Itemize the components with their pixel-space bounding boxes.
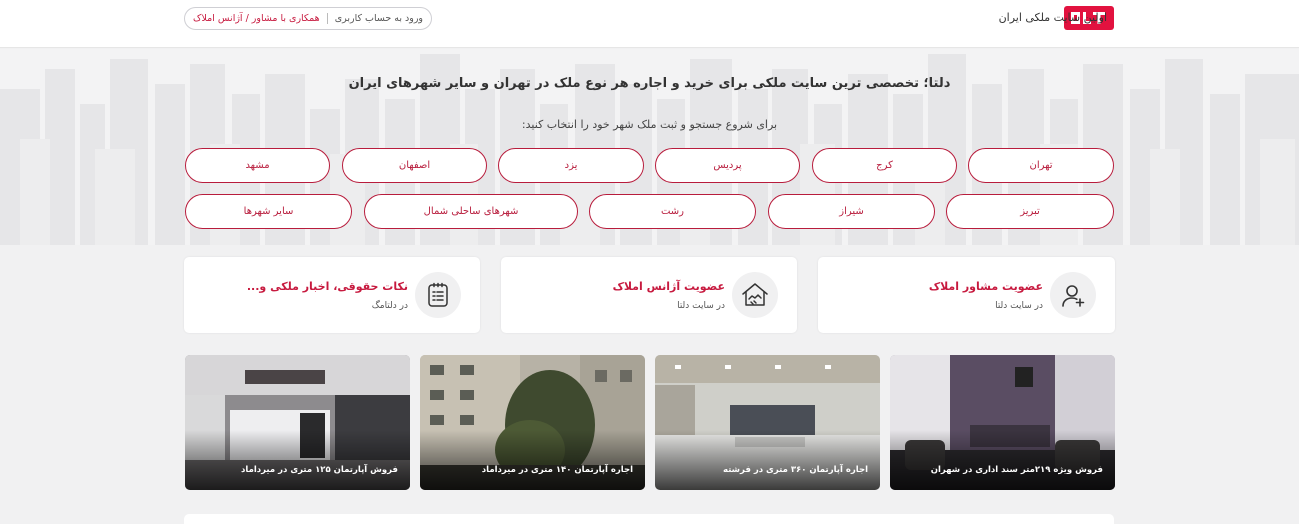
next-section-panel: [184, 514, 1114, 524]
city-other-button[interactable]: سایر شهرها: [185, 194, 352, 229]
city-north-coast-button[interactable]: شهرهای ساحلی شمال: [364, 194, 578, 229]
city-tabriz-button[interactable]: تبریز: [946, 194, 1114, 229]
hero-subtitle: برای شروع جستجو و ثبت ملک شهر خود را انت…: [521, 118, 778, 131]
caption-shade: [185, 430, 410, 490]
listing-card[interactable]: فروش ویژه ۲۱۹متر سند اداری در شهران: [890, 355, 1115, 490]
listing-caption: اجاره آپارتمان ۳۶۰ متری در فرشته: [723, 465, 868, 475]
hero-title: دلتا؛ تخصصی ترین سایت ملکی برای خرید و ا…: [348, 76, 951, 91]
site-header: اولین سایت ملکی ایران ورود به حساب کاربر…: [0, 0, 1299, 48]
partner-link[interactable]: همکاری با مشاور / آژانس املاک: [193, 13, 320, 24]
listing-card[interactable]: فروش آپارتمان ۱۲۵ متری در میرداماد: [185, 355, 410, 490]
feature-subtitle: در دلتامگ: [371, 301, 408, 311]
realtor-membership-card[interactable]: عضویت مشاور املاک در سایت دلتا: [818, 257, 1115, 333]
city-pardis-button[interactable]: پردیس: [655, 148, 800, 183]
document-list-icon: [415, 272, 461, 318]
feature-title: عضویت آژانس املاک: [612, 280, 725, 293]
caption-shade: [420, 430, 645, 490]
site-tagline: اولین سایت ملکی ایران: [998, 11, 1107, 24]
city-isfahan-button[interactable]: اصفهان: [342, 148, 487, 183]
feature-title: نکات حقوقی، اخبار ملکی و...: [246, 280, 408, 293]
caption-shade: [890, 430, 1115, 490]
listing-card[interactable]: اجاره آپارتمان ۱۴۰ متری در میرداماد: [420, 355, 645, 490]
hero-section: دلتا؛ تخصصی ترین سایت ملکی برای خرید و ا…: [0, 49, 1299, 245]
caption-shade: [655, 430, 880, 490]
feature-title: عضویت مشاور املاک: [928, 280, 1043, 293]
city-mashhad-button[interactable]: مشهد: [185, 148, 330, 183]
city-yazd-button[interactable]: یزد: [498, 148, 644, 183]
user-add-icon: [1050, 272, 1096, 318]
city-shiraz-button[interactable]: شیراز: [768, 194, 935, 229]
feature-subtitle: در سایت دلتا: [677, 301, 725, 311]
agency-membership-card[interactable]: عضویت آژانس املاک در سایت دلتا: [501, 257, 797, 333]
city-rasht-button[interactable]: رشت: [589, 194, 756, 229]
login-link[interactable]: ورود به حساب کاربری: [335, 13, 423, 24]
feature-subtitle: در سایت دلتا: [995, 301, 1043, 311]
house-handshake-icon: [732, 272, 778, 318]
listing-caption: اجاره آپارتمان ۱۴۰ متری در میرداماد: [481, 465, 633, 475]
listing-caption: فروش آپارتمان ۱۲۵ متری در میرداماد: [241, 465, 398, 475]
legal-news-card[interactable]: نکات حقوقی، اخبار ملکی و... در دلتامگ: [184, 257, 480, 333]
account-pill: ورود به حساب کاربری همکاری با مشاور / آژ…: [184, 7, 432, 30]
city-karaj-button[interactable]: کرج: [812, 148, 957, 183]
pill-divider: [326, 13, 328, 24]
listing-caption: فروش ویژه ۲۱۹متر سند اداری در شهران: [930, 465, 1103, 475]
listing-card[interactable]: اجاره آپارتمان ۳۶۰ متری در فرشته: [655, 355, 880, 490]
city-tehran-button[interactable]: تهران: [968, 148, 1114, 183]
